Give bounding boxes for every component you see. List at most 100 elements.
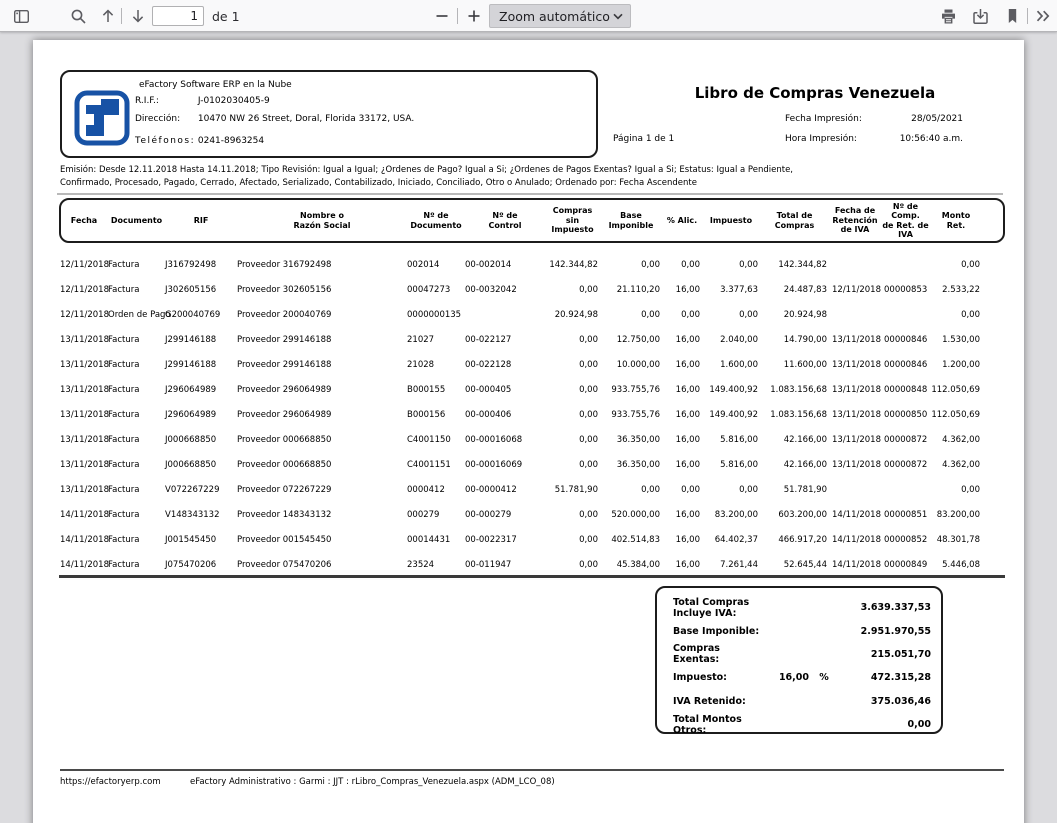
table-cell: J296064989 — [165, 410, 237, 420]
table-cell: J000668850 — [165, 460, 237, 470]
previous-page-button[interactable] — [96, 4, 120, 28]
next-page-button[interactable] — [126, 4, 150, 28]
table-cell: 16,00 — [662, 385, 702, 395]
table-cell: 5.446,08 — [930, 560, 982, 570]
table-cell: J001545450 — [165, 535, 237, 545]
table-cell: 13/11/2018 — [60, 360, 108, 370]
table-cell: 142.344,82 — [545, 260, 600, 270]
current-view-button[interactable] — [1000, 4, 1024, 28]
table-cell: V148343132 — [165, 510, 237, 520]
table-cell: V072267229 — [165, 485, 237, 495]
table-cell: 00-0022317 — [465, 535, 545, 545]
table-cell: 83.200,00 — [702, 510, 760, 520]
table-cell: J000668850 — [165, 435, 237, 445]
save-button[interactable] — [968, 4, 992, 28]
table-cell: 002014 — [407, 260, 465, 270]
table-row: 13/11/2018FacturaJ299146188Proveedor 299… — [60, 352, 982, 377]
table-cell: 00-00016068 — [465, 435, 545, 445]
table-cell: Proveedor 000668850 — [237, 435, 407, 445]
table-cell: 21028 — [407, 360, 465, 370]
total-row: Total Montos Otros:0,00 — [673, 713, 931, 736]
table-cell: 13/11/2018 — [60, 385, 108, 395]
filters-line-2: Confirmado, Procesado, Pagado, Cerrado, … — [60, 177, 995, 190]
table-cell: 0,00 — [545, 435, 600, 445]
table-row: 12/11/2018FacturaJ316792498Proveedor 316… — [60, 252, 982, 277]
table-cell: 00-000405 — [465, 385, 545, 395]
table-row: 14/11/2018FacturaV148343132Proveedor 148… — [60, 502, 982, 527]
zoom-out-button[interactable] — [430, 4, 454, 28]
table-cell: 4.362,00 — [930, 460, 982, 470]
table-cell: 1.200,00 — [930, 360, 982, 370]
column-header: Documento — [108, 216, 165, 226]
table-row: 13/11/2018FacturaJ299146188Proveedor 299… — [60, 327, 982, 352]
table-cell: C4001150 — [407, 435, 465, 445]
table-cell: 0,00 — [545, 285, 600, 295]
total-row: Compras Exentas:215.051,70 — [673, 643, 931, 666]
table-cell: 0000412 — [407, 485, 465, 495]
table-cell: 00014431 — [407, 535, 465, 545]
table-cell: 13/11/2018 — [60, 410, 108, 420]
page-number-input[interactable] — [152, 6, 204, 26]
print-button[interactable] — [936, 4, 960, 28]
table-cell: Proveedor 200040769 — [237, 310, 407, 320]
table-cell: 0,00 — [545, 535, 600, 545]
total-label: Impuesto: — [673, 672, 763, 683]
table-cell: Proveedor 299146188 — [237, 335, 407, 345]
table-cell: B000156 — [407, 410, 465, 420]
report-title: Libro de Compras Venezuela — [650, 84, 980, 102]
table-cell: 14/11/2018 — [60, 535, 108, 545]
table-row: 13/11/2018FacturaJ296064989Proveedor 296… — [60, 402, 982, 427]
table-cell: 12/11/2018 — [60, 310, 108, 320]
table-cell: Factura — [108, 410, 165, 420]
table-cell: 0,00 — [930, 485, 982, 495]
table-cell: 21.110,20 — [600, 285, 662, 295]
table-cell: 00-011947 — [465, 560, 545, 570]
bookmark-icon — [1005, 8, 1020, 24]
table-cell: Factura — [108, 285, 165, 295]
zoom-in-button[interactable] — [462, 4, 486, 28]
total-value: 3.639.337,53 — [839, 602, 931, 613]
table-cell: 933.755,76 — [600, 410, 662, 420]
total-row: IVA Retenido:375.036,46 — [673, 690, 931, 713]
table-cell: 142.344,82 — [760, 260, 829, 270]
table-cell: J296064989 — [165, 385, 237, 395]
table-cell: 5.816,00 — [702, 460, 760, 470]
table-cell: 13/11/2018 — [60, 460, 108, 470]
table-cell: 00047273 — [407, 285, 465, 295]
total-value: 472.315,28 — [839, 672, 931, 683]
table-cell: 23524 — [407, 560, 465, 570]
toolbar-divider — [457, 8, 458, 24]
table-cell: J316792498 — [165, 260, 237, 270]
table-cell: Proveedor 296064989 — [237, 410, 407, 420]
table-row: 13/11/2018FacturaJ296064989Proveedor 296… — [60, 377, 982, 402]
table-cell: 45.384,00 — [600, 560, 662, 570]
table-bottom-line — [59, 575, 1005, 578]
table-cell: 00-00016069 — [465, 460, 545, 470]
minus-icon — [435, 9, 449, 23]
table-cell: 0,00 — [545, 385, 600, 395]
table-cell: 112.050,69 — [930, 385, 982, 395]
table-cell: Proveedor 075470206 — [237, 560, 407, 570]
table-cell: 112.050,69 — [930, 410, 982, 420]
table-cell: 0,00 — [600, 260, 662, 270]
search-button[interactable] — [66, 4, 90, 28]
table-cell: 42.166,00 — [760, 435, 829, 445]
table-cell: 0,00 — [545, 460, 600, 470]
table-cell: G200040769 — [165, 310, 237, 320]
table-cell: 20.924,98 — [760, 310, 829, 320]
toggle-sidebar-button[interactable] — [9, 4, 33, 28]
filters-line-1: Emisión: Desde 12.11.2018 Hasta 14.11.20… — [60, 164, 995, 177]
table-cell: 0000000135 — [407, 310, 465, 320]
table-cell: Proveedor 148343132 — [237, 510, 407, 520]
total-label: IVA Retenido: — [673, 696, 763, 707]
table-cell: 16,00 — [662, 560, 702, 570]
more-tools-button[interactable] — [1031, 4, 1055, 28]
table-cell: Proveedor 072267229 — [237, 485, 407, 495]
table-cell: 13/11/2018 — [829, 410, 881, 420]
table-cell: 00-022127 — [465, 335, 545, 345]
table-cell: Factura — [108, 260, 165, 270]
rif-value: J-0102030405-9 — [198, 96, 270, 106]
table-cell: Factura — [108, 485, 165, 495]
zoom-mode-select[interactable]: Zoom automático — [489, 4, 631, 28]
pdf-viewer-area[interactable]: eFactory Software ERP en la Nube R.I.F.:… — [0, 32, 1057, 823]
